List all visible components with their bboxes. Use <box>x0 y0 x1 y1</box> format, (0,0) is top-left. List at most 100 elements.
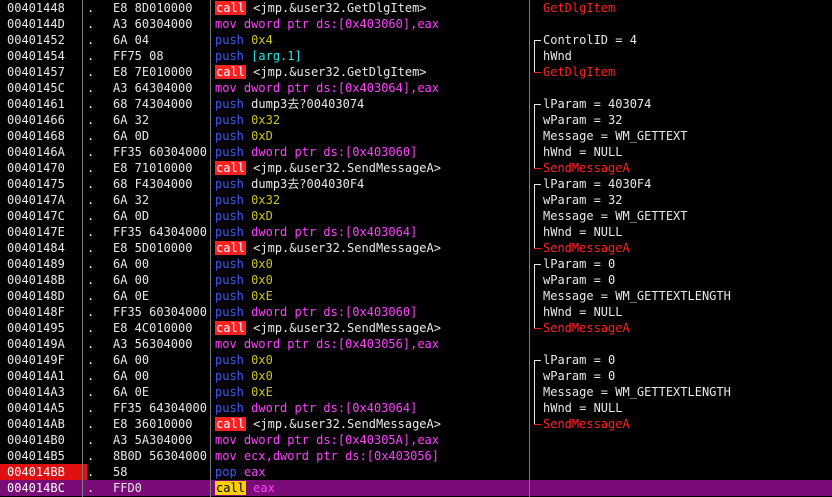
flow-marker: . <box>87 33 95 47</box>
comment: wParam = 0 <box>543 273 616 287</box>
instruction: mov dword ptr ds:[0x403060],eax <box>215 16 525 32</box>
disasm-row[interactable]: 00401495. E8 4C010000 call <jmp.&user32.Se… <box>0 320 832 336</box>
opcode-bytes: FF75 08 <box>113 49 164 63</box>
flow-marker: . <box>87 145 95 159</box>
disasm-row[interactable]: 0040147C. 6A 0D push 0xD Message = WM_GETTE… <box>0 208 832 224</box>
disasm-row[interactable]: 0040147E. FF35 64304000 push dword ptr ds:… <box>0 224 832 240</box>
disasm-row[interactable]: 0040144D. A3 60304000 mov dword ptr ds:[0x… <box>0 16 832 32</box>
mnemonic: push <box>215 113 244 127</box>
mnemonic: push <box>215 385 244 399</box>
comment: Message = WM_GETTEXTLENGTH <box>543 289 731 303</box>
opcode-bytes: FF35 64304000 <box>113 401 207 415</box>
disasm-row[interactable]: 004014BC. FFD0 call eax <box>0 480 832 496</box>
address: 0040147E <box>7 225 65 239</box>
mnemonic: mov <box>215 337 237 351</box>
flow-marker: . <box>87 97 95 111</box>
mnemonic: push <box>215 305 244 319</box>
mnemonic: call <box>215 241 246 255</box>
comment: hWnd = NULL <box>543 225 623 239</box>
disasm-row[interactable]: 004014B5. 8B0D 56304000 mov ecx,dword ptr … <box>0 448 832 464</box>
disasm-row[interactable]: 00401457. E8 7E010000 call <jmp.&user32.Ge… <box>0 64 832 80</box>
address: 0040148B <box>7 273 65 287</box>
disasm-row[interactable]: 0040147A. 6A 32 push 0x32 wParam = 32 <box>0 192 832 208</box>
address: 00401452 <box>7 33 65 47</box>
operand: 0x0 <box>251 257 273 271</box>
disasm-row[interactable]: 004014A1. 6A 00 push 0x0 wParam = 0 <box>0 368 832 384</box>
disasm-row[interactable]: 00401454. FF75 08 push [arg.1] hWnd <box>0 48 832 64</box>
comment: SendMessageA <box>543 241 630 255</box>
disasm-row[interactable]: 0040149A. A3 56304000 mov dword ptr ds:[0x… <box>0 336 832 352</box>
call-args-bracket <box>534 360 541 425</box>
opcode-bytes: E8 36010000 <box>113 417 193 431</box>
disasm-row[interactable]: 0040145C. A3 64304000 mov dword ptr ds:[0x… <box>0 80 832 96</box>
instruction: push dump3去?004030F4 <box>215 176 525 192</box>
flow-marker: . <box>87 241 95 255</box>
mnemonic: push <box>215 369 244 383</box>
operand: dump3去?004030F4 <box>251 177 365 191</box>
disasm-row[interactable]: 0040146A. FF35 60304000 push dword ptr ds:… <box>0 144 832 160</box>
disasm-row[interactable]: 00401452. 6A 04 push 0x4 ControlID = 4 <box>0 32 832 48</box>
disasm-row[interactable]: 004014BB. 58 pop eax <box>0 464 832 480</box>
flow-marker: . <box>87 113 95 127</box>
disasm-row[interactable]: 0040148D. 6A 0E push 0xE Message = WM_GETTE… <box>0 288 832 304</box>
call-args-bracket-end <box>534 72 541 73</box>
disasm-row[interactable]: 00401475. 68 F4304000 push dump3去?004030F4… <box>0 176 832 192</box>
disasm-row[interactable]: 00401470. E8 71010000 call <jmp.&user32.Se… <box>0 160 832 176</box>
disasm-row[interactable]: 00401468. 6A 0D push 0xD Message = WM_GETTE… <box>0 128 832 144</box>
mnemonic: push <box>215 129 244 143</box>
opcode-bytes: 6A 00 <box>113 369 150 383</box>
mnemonic: push <box>215 177 244 191</box>
opcode-bytes: E8 8D010000 <box>113 1 193 15</box>
mnemonic: push <box>215 353 244 367</box>
comment: hWnd <box>543 49 572 63</box>
mnemonic: mov <box>215 433 237 447</box>
column-separator-bytes[interactable] <box>210 0 211 497</box>
disasm-row[interactable]: 004014AB. E8 36010000 call <jmp.&user32.Se… <box>0 416 832 432</box>
column-separator-instruction[interactable] <box>529 0 530 497</box>
flow-marker: . <box>87 417 95 431</box>
flow-marker: . <box>87 465 95 479</box>
disasm-row[interactable]: 00401461. 68 74304000 push dump3去?00403074… <box>0 96 832 112</box>
disasm-row[interactable]: 004014B0. A3 5A304000 mov dword ptr ds:[0x… <box>0 432 832 448</box>
operand: [arg.1] <box>251 49 302 63</box>
mnemonic: push <box>215 257 244 271</box>
address: 0040146A <box>7 145 65 159</box>
comment: SendMessageA <box>543 417 630 431</box>
operand: dword ptr ds:[0x403060] <box>251 305 418 319</box>
disasm-row[interactable]: 00401466. 6A 32 push 0x32 wParam = 32 <box>0 112 832 128</box>
operand: 0x0 <box>251 353 273 367</box>
instruction: mov dword ptr ds:[0x403056],eax <box>215 336 525 352</box>
call-args-bracket <box>534 40 541 73</box>
operand: 0xE <box>251 385 273 399</box>
column-separator-address[interactable] <box>82 0 83 497</box>
disasm-row[interactable]: 004014A3. 6A 0E push 0xE Message = WM_GETTE… <box>0 384 832 400</box>
disasm-row[interactable]: 0040149F. 6A 00 push 0x0 lParam = 0 <box>0 352 832 368</box>
instruction: push dword ptr ds:[0x403060] <box>215 144 525 160</box>
flow-marker: . <box>87 337 95 351</box>
mnemonic: call <box>215 1 246 15</box>
operand: ecx,dword ptr ds:[0x403056] <box>243 449 439 463</box>
flow-marker: . <box>87 321 95 335</box>
comment: Message = WM_GETTEXT <box>543 209 688 223</box>
address: 00401448 <box>7 1 65 15</box>
mnemonic: call <box>215 481 246 495</box>
instruction: call <jmp.&user32.SendMessageA> <box>215 320 525 336</box>
operand: dword ptr ds:[0x403056],eax <box>243 337 439 351</box>
disasm-row[interactable]: 0040148B. 6A 00 push 0x0 wParam = 0 <box>0 272 832 288</box>
mnemonic: pop <box>215 465 237 479</box>
comment <box>543 336 832 352</box>
disasm-row[interactable]: 00401489. 6A 00 push 0x0 lParam = 0 <box>0 256 832 272</box>
comment: lParam = 0 <box>543 257 616 271</box>
opcode-bytes: 6A 0E <box>113 289 150 303</box>
address: 004014A3 <box>7 385 65 399</box>
address: 004014A5 <box>7 401 65 415</box>
disasm-row[interactable]: 004014A5. FF35 64304000 push dword ptr ds:… <box>0 400 832 416</box>
disasm-row[interactable]: 00401484. E8 5D010000 call <jmp.&user32.Se… <box>0 240 832 256</box>
operand: 0xD <box>251 209 273 223</box>
disasm-row[interactable]: 0040148F. FF35 60304000 push dword ptr ds:… <box>0 304 832 320</box>
opcode-bytes: 58 <box>113 465 128 479</box>
opcode-bytes: 6A 04 <box>113 33 150 47</box>
operand: dword ptr ds:[0x403064],eax <box>243 81 439 95</box>
address: 00401470 <box>7 161 65 175</box>
disasm-row[interactable]: 00401448. E8 8D010000 call <jmp.&user32.Ge… <box>0 0 832 16</box>
